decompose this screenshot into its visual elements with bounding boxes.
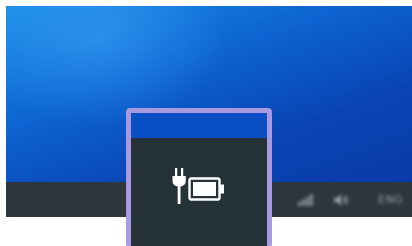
tray-network-button[interactable] <box>296 182 314 217</box>
network-icon <box>298 193 313 206</box>
battery-charging-icon[interactable] <box>169 164 229 208</box>
screenshot-stage: ENG <box>0 0 412 246</box>
magnifier-desktop-strip <box>131 113 267 138</box>
tray-volume-button[interactable] <box>333 182 351 217</box>
tray-language-indicator[interactable]: ENG <box>378 182 403 217</box>
magnifier-taskbar-area <box>131 138 267 246</box>
magnifier-viewport <box>131 113 267 246</box>
magnifier-callout <box>126 108 272 246</box>
volume-icon <box>334 193 348 206</box>
